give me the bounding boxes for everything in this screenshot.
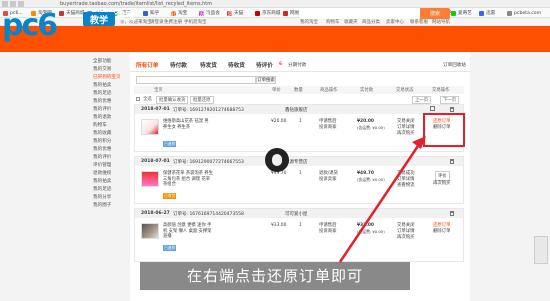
- video-play-icon[interactable]: [265, 148, 289, 172]
- video-subtitle: 在右端点击还原订单即可: [186, 267, 363, 285]
- scroll-top-widget[interactable]: [534, 236, 548, 264]
- play-glyph: [272, 154, 282, 166]
